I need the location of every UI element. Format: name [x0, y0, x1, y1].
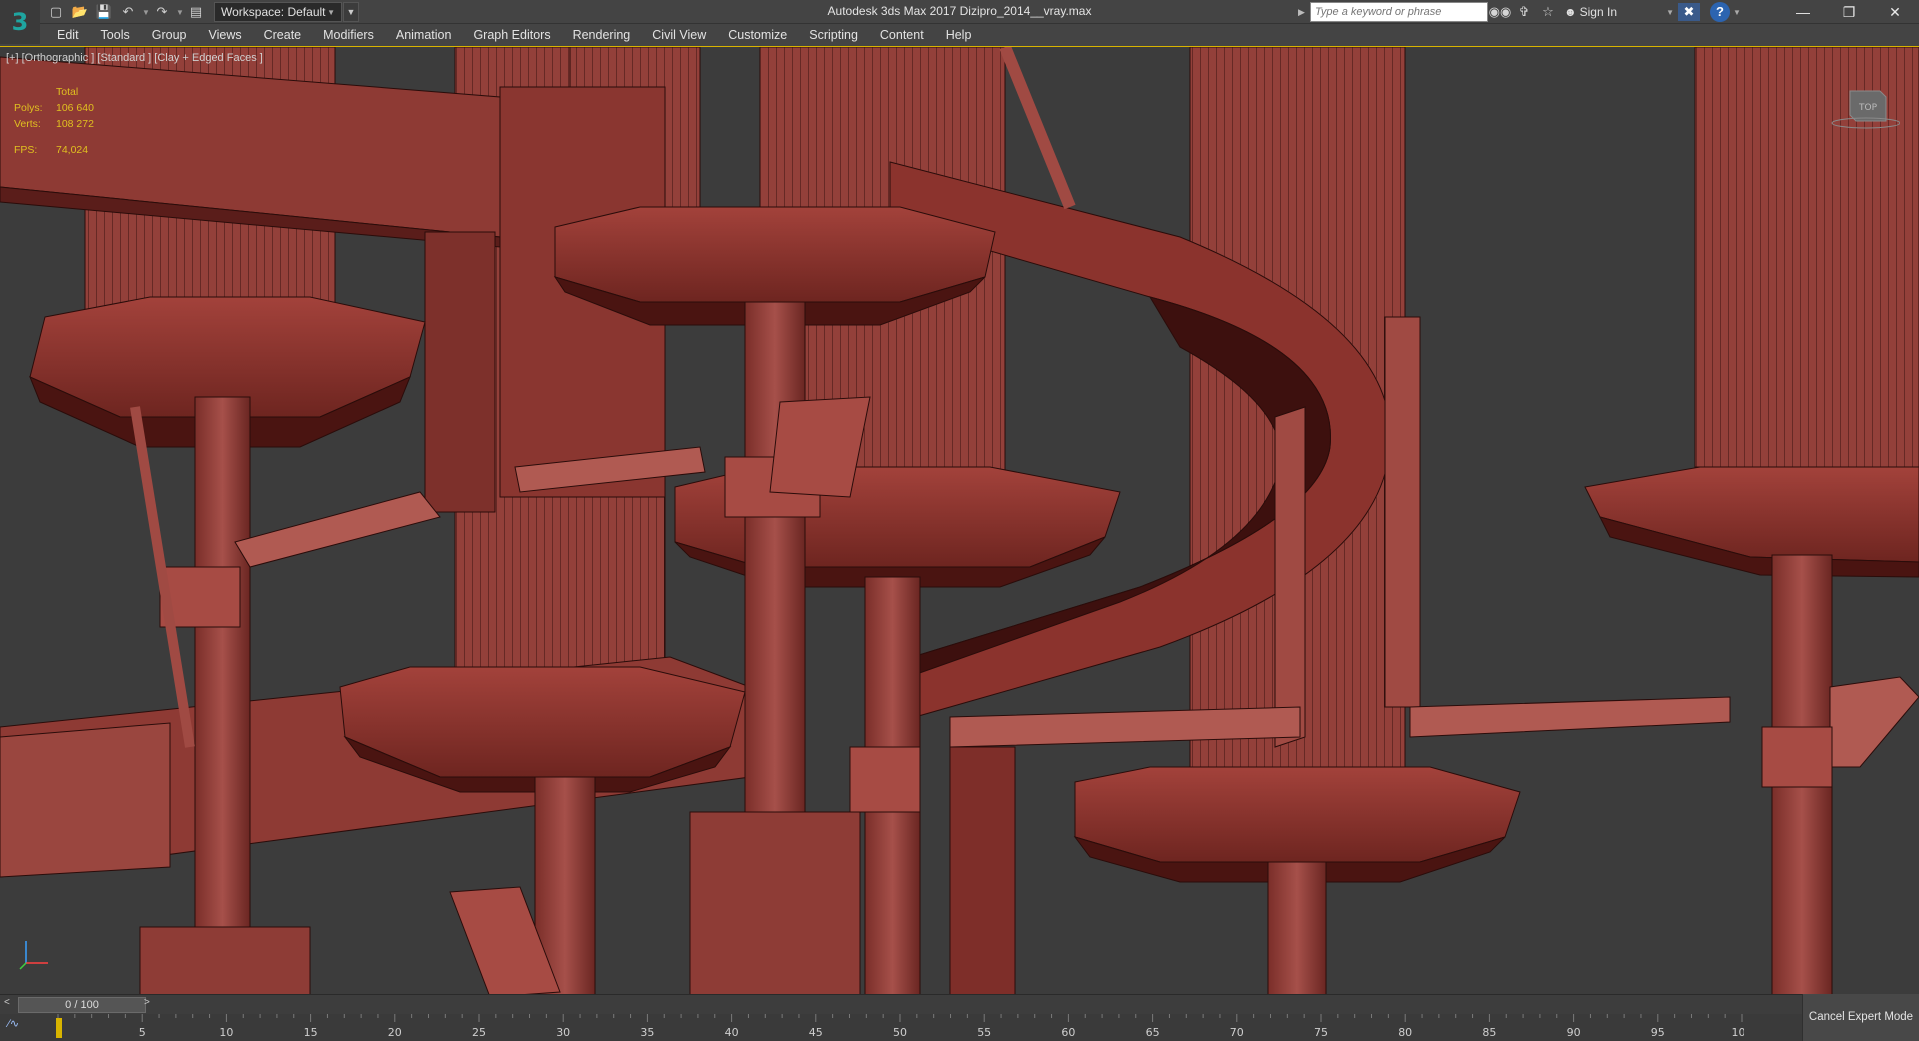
- stats-overlay: Total Polys: 106 640 Verts: 108 272 FPS: 74…: [14, 84, 94, 158]
- ruler-label: 10: [219, 1026, 233, 1039]
- ruler-label: 100: [1732, 1026, 1745, 1039]
- quick-access-customize-icon[interactable]: ▼: [343, 2, 359, 22]
- title-bar: 3 ▢ 📂 💾 ↶ ▼ ↷ ▼ ▤ Workspace: Default ▼ ▼…: [0, 0, 1919, 44]
- undo-icon[interactable]: ↶: [118, 2, 138, 22]
- time-slider[interactable]: 0 / 100: [18, 997, 146, 1013]
- ruler-label: 45: [809, 1026, 823, 1039]
- app-logo-icon[interactable]: 3: [0, 0, 40, 44]
- app-logo-text: 3: [11, 8, 29, 36]
- stats-header: Total: [56, 86, 79, 98]
- menu-tools[interactable]: Tools: [90, 24, 141, 46]
- menu-customize[interactable]: Customize: [717, 24, 798, 46]
- ruler-label: 55: [977, 1026, 991, 1039]
- chevron-down-icon: ▼: [1666, 7, 1674, 17]
- menu-help[interactable]: Help: [935, 24, 983, 46]
- ruler-label: 35: [640, 1026, 654, 1039]
- project-folder-icon[interactable]: ▤: [186, 2, 206, 22]
- polys-label: Polys:: [14, 102, 43, 114]
- menu-scripting[interactable]: Scripting: [798, 24, 869, 46]
- menu-civil-view[interactable]: Civil View: [641, 24, 717, 46]
- menu-views[interactable]: Views: [197, 24, 252, 46]
- ruler-label: 50: [893, 1026, 907, 1039]
- save-file-icon[interactable]: 💾: [94, 2, 114, 22]
- verts-value: 108 272: [56, 118, 94, 130]
- binoculars-icon[interactable]: ◉◉: [1488, 1, 1512, 23]
- menu-bar: Edit Tools Group Views Create Modifiers …: [0, 24, 1919, 46]
- quick-access-toolbar: ▢ 📂 💾 ↶ ▼ ↷ ▼ ▤: [46, 2, 206, 22]
- minimize-icon[interactable]: —: [1780, 0, 1826, 24]
- redo-dropdown-icon[interactable]: ▼: [176, 8, 184, 17]
- close-icon[interactable]: ✕: [1872, 0, 1918, 24]
- favorites-star-icon[interactable]: ☆: [1536, 1, 1560, 23]
- sign-in-button[interactable]: ☻ Sign In ▼: [1564, 5, 1674, 19]
- communication-center-icon[interactable]: ✞: [1512, 1, 1536, 23]
- help-dropdown-icon[interactable]: ▼: [1733, 8, 1741, 17]
- viewcube-icon[interactable]: TOP: [1830, 83, 1900, 133]
- ruler-label: 25: [472, 1026, 486, 1039]
- track-ruler[interactable]: 5 10 15 20 25 30 35 40 45 50 55 60 65 70 75 80 85 90 95 100: [56, 1014, 1744, 1041]
- menu-group[interactable]: Group: [141, 24, 198, 46]
- ruler-label: 90: [1567, 1026, 1581, 1039]
- time-slider-bar: < 0 / 100 >: [0, 994, 1919, 1014]
- workspace-label: Workspace: Default: [221, 5, 326, 19]
- menu-create[interactable]: Create: [253, 24, 313, 46]
- time-prev-icon[interactable]: <: [4, 997, 16, 1013]
- restore-icon[interactable]: ❐: [1826, 0, 1872, 24]
- ruler-label: 80: [1398, 1026, 1412, 1039]
- ruler-label: 5: [139, 1026, 146, 1039]
- ruler-label: 70: [1230, 1026, 1244, 1039]
- ruler-label: 40: [725, 1026, 739, 1039]
- infocenter: ▶ ◉◉ ✞ ☆ ☻ Sign In ▼ ✖ ? ▼: [1298, 1, 1741, 23]
- cancel-expert-mode-button[interactable]: Cancel Expert Mode: [1802, 994, 1919, 1041]
- ruler-label: 20: [388, 1026, 402, 1039]
- ruler-label: 95: [1651, 1026, 1665, 1039]
- scene-render[interactable]: [0, 47, 1919, 994]
- fps-label: FPS:: [14, 144, 38, 156]
- menu-content[interactable]: Content: [869, 24, 935, 46]
- viewport-orthographic[interactable]: [+] [Orthographic ] [Standard ] [Clay + …: [0, 46, 1919, 994]
- menu-rendering[interactable]: Rendering: [562, 24, 642, 46]
- menu-graph-editors[interactable]: Graph Editors: [462, 24, 561, 46]
- ruler-label: 30: [556, 1026, 570, 1039]
- fps-value: 74,024: [56, 144, 89, 156]
- viewcube-label: TOP: [1858, 103, 1878, 113]
- chevron-down-icon: ▼: [327, 7, 335, 17]
- redo-icon[interactable]: ↷: [152, 2, 172, 22]
- menu-edit[interactable]: Edit: [46, 24, 90, 46]
- workspace-dropdown[interactable]: Workspace: Default ▼: [214, 2, 342, 22]
- sign-in-label: Sign In: [1579, 5, 1617, 19]
- open-file-icon[interactable]: 📂: [70, 2, 90, 22]
- help-icon[interactable]: ?: [1710, 2, 1730, 22]
- verts-label: Verts:: [14, 118, 41, 130]
- search-expand-icon[interactable]: ▶: [1298, 7, 1310, 18]
- user-icon: ☻: [1564, 5, 1577, 19]
- ruler-label: 85: [1482, 1026, 1496, 1039]
- viewport-label[interactable]: [+] [Orthographic ] [Standard ] [Clay + …: [6, 52, 263, 64]
- undo-dropdown-icon[interactable]: ▼: [142, 8, 150, 17]
- menu-animation[interactable]: Animation: [385, 24, 463, 46]
- ruler-label: 75: [1314, 1026, 1328, 1039]
- exchange-apps-icon[interactable]: ✖: [1678, 3, 1700, 21]
- axis-tripod-icon: [19, 941, 48, 970]
- polys-value: 106 640: [56, 102, 94, 114]
- time-next-icon[interactable]: >: [144, 997, 156, 1013]
- ruler-label: 65: [1146, 1026, 1160, 1039]
- curve-editor-icon[interactable]: ∕∿: [8, 1017, 19, 1030]
- menu-modifiers[interactable]: Modifiers: [312, 24, 385, 46]
- search-input[interactable]: [1310, 2, 1488, 22]
- new-file-icon[interactable]: ▢: [46, 2, 66, 22]
- track-bar[interactable]: ∕∿ 5 10 15 20 25 30 35 40 45 50 55 60 65 70 75 80 85 90 95…: [0, 1014, 1919, 1041]
- ruler-label: 15: [304, 1026, 318, 1039]
- ruler-label: 60: [1061, 1026, 1075, 1039]
- time-marker[interactable]: [56, 1018, 62, 1038]
